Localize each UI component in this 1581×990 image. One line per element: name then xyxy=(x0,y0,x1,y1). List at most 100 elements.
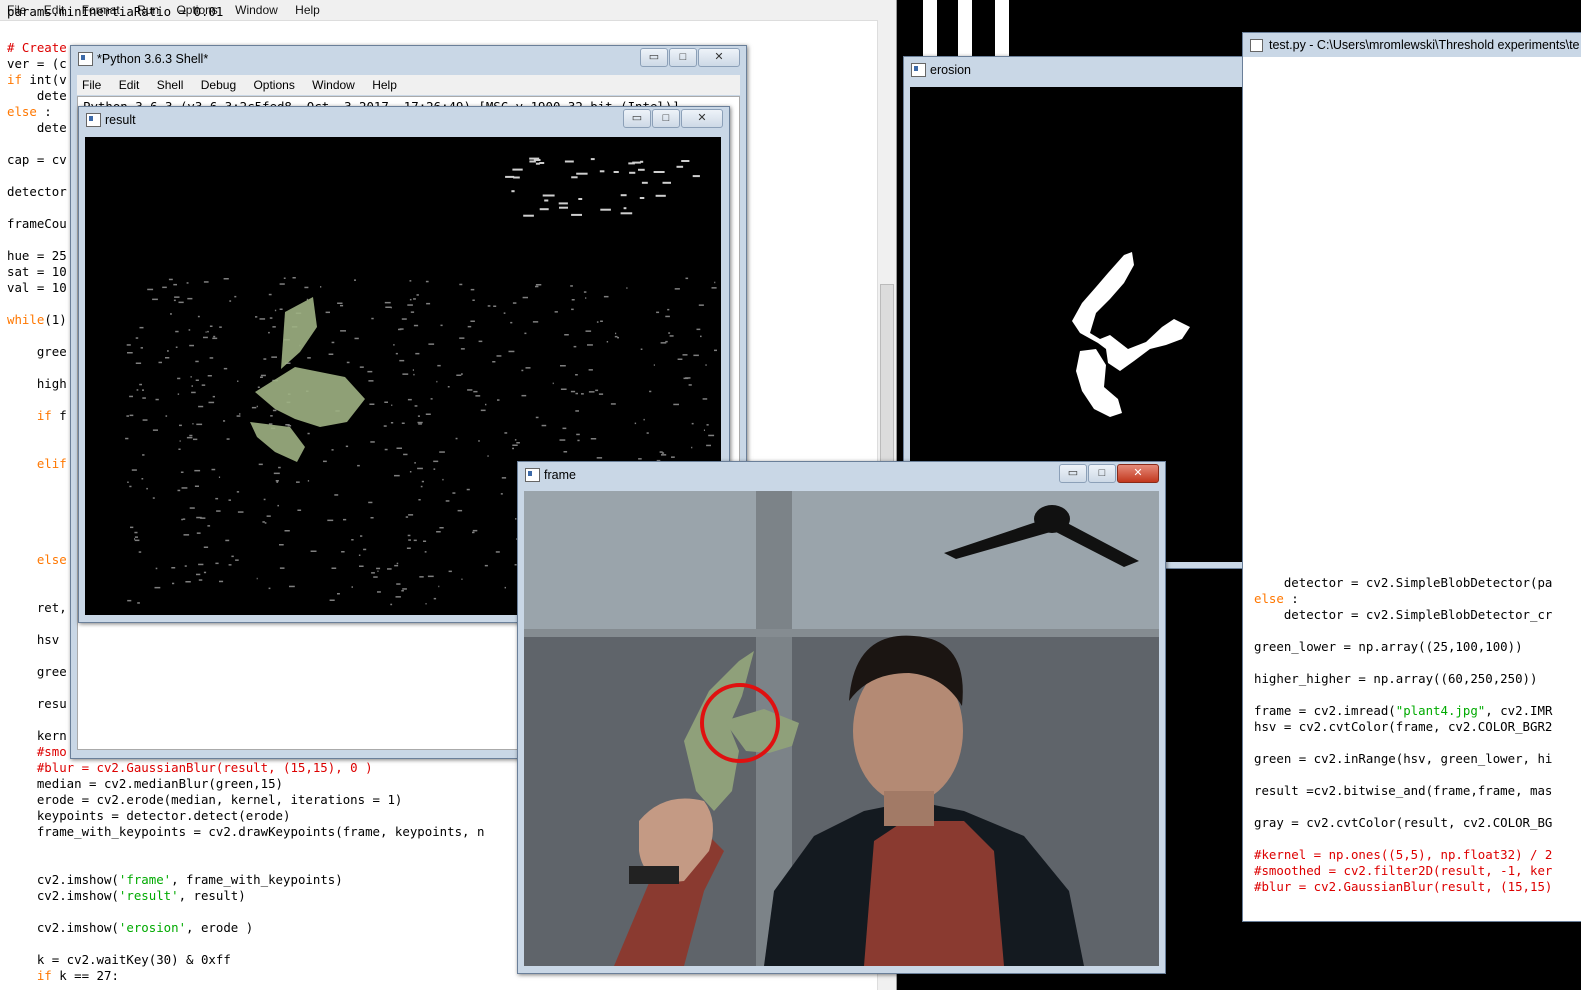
code-line: else : xyxy=(1254,591,1299,607)
code-line: resu xyxy=(7,696,67,712)
result-titlebar[interactable]: result ▭ □ ✕ xyxy=(79,107,729,133)
code-line: val = 10 xyxy=(7,280,67,296)
code-token: , frame_with_keypoints) xyxy=(171,872,343,887)
code-token: hsv xyxy=(7,632,67,647)
shell-menu-help[interactable]: Help xyxy=(365,75,404,92)
code-line: detector = cv2.SimpleBlobDetector(pa xyxy=(1254,575,1553,591)
code-token: higher_higher = np.array((60,250,250)) xyxy=(1254,671,1538,686)
minimize-button[interactable]: ▭ xyxy=(623,109,651,128)
code-token: result =cv2.bitwise_and(frame,frame, mas xyxy=(1254,783,1553,798)
code-token: , cv2.IMR xyxy=(1485,703,1553,718)
code-line: #blur = cv2.GaussianBlur(result, (15,15)… xyxy=(7,760,373,776)
code-token: val = 10 xyxy=(7,280,67,295)
maximize-button[interactable]: □ xyxy=(669,48,697,67)
code-line: k = cv2.waitKey(30) & 0xff xyxy=(7,952,231,968)
code-token: if xyxy=(7,72,22,87)
code-token: cap = cv xyxy=(7,152,67,167)
code-line: else xyxy=(7,552,67,568)
code-line: hue = 25 xyxy=(7,248,67,264)
code-line: gree xyxy=(7,344,67,360)
shell-titlebar[interactable]: *Python 3.6.3 Shell* ▭ □ ✕ xyxy=(71,46,746,72)
shell-menu-file[interactable]: File xyxy=(77,75,108,92)
shell-menu-debug[interactable]: Debug xyxy=(194,75,243,92)
window-icon xyxy=(86,113,101,127)
code-token: if xyxy=(36,408,52,423)
code-token: resu xyxy=(7,696,67,711)
code-line: high xyxy=(7,376,67,392)
code-token: gray = cv2.cvtColor(result, cv2.COLOR_BG xyxy=(1254,815,1553,830)
frame-titlebar[interactable]: frame ▭ □ ✕ xyxy=(518,462,1165,488)
code-token: keypoints = detector.detect(erode) xyxy=(7,808,291,823)
code-token: dete xyxy=(7,120,67,135)
code-line: higher_higher = np.array((60,250,250)) xyxy=(1254,671,1537,687)
code-token: gree xyxy=(7,344,67,359)
minimize-button[interactable]: ▭ xyxy=(640,48,668,67)
python-icon xyxy=(1250,39,1263,52)
code-token: frame = cv2.imread( xyxy=(1254,703,1396,718)
code-token: 'frame' xyxy=(118,872,172,887)
menu-window[interactable]: Window xyxy=(228,0,285,17)
code-line: frame = cv2.imread("plant4.jpg", cv2.IMR xyxy=(1254,703,1552,719)
code-token: gree xyxy=(7,664,67,679)
code-line: cv2.imshow('frame', frame_with_keypoints… xyxy=(7,872,343,888)
code-token: else xyxy=(7,104,37,119)
minimize-button[interactable]: ▭ xyxy=(1059,464,1087,483)
code-line: detector = cv2.SimpleBlobDetector_cr xyxy=(1254,607,1553,623)
code-token: k = cv2.waitKey(30) & 0xff xyxy=(7,952,231,967)
shell-menu-options[interactable]: Options xyxy=(246,75,301,92)
code-token: "plant4.jpg" xyxy=(1395,703,1486,718)
code-line: while(1) xyxy=(7,312,67,328)
code-line: if k == 27: xyxy=(7,968,119,984)
code-token: #smoothed = cv2.filter2D(result, -1, ker xyxy=(1254,863,1553,878)
code-line: cv2.imshow('result', result) xyxy=(7,888,246,904)
shell-menu-shell[interactable]: Shell xyxy=(150,75,191,92)
code-token: elif xyxy=(36,456,67,471)
code-token: high xyxy=(7,376,67,391)
test-py-titlebar[interactable]: test.py - C:\Users\mromlewski\Threshold … xyxy=(1243,33,1581,57)
code-token: green = cv2.inRange(hsv, green_lower, hi xyxy=(1254,751,1553,766)
code-token: if xyxy=(36,968,52,983)
close-button[interactable]: ✕ xyxy=(681,109,723,128)
code-token: , result) xyxy=(178,888,246,903)
menu-help[interactable]: Help xyxy=(288,0,327,17)
close-button[interactable]: ✕ xyxy=(1117,464,1159,483)
code-token: hue = 25 xyxy=(7,248,67,263)
code-token: kern xyxy=(7,728,67,743)
code-token: # Create xyxy=(7,40,67,55)
code-token: (1) xyxy=(44,312,67,327)
code-line: frame_with_keypoints = cv2.drawKeypoints… xyxy=(7,824,485,840)
code-token: frame_with_keypoints = cv2.drawKeypoints… xyxy=(7,824,485,839)
close-button[interactable]: ✕ xyxy=(698,48,740,67)
code-line: frameCou xyxy=(7,216,67,232)
maximize-button[interactable]: □ xyxy=(652,109,680,128)
code-token: frameCou xyxy=(7,216,67,231)
code-token: cv2.imshow( xyxy=(7,920,119,935)
code-line: sat = 10 xyxy=(7,264,67,280)
result-title: result xyxy=(105,113,136,127)
shell-menu-edit[interactable]: Edit xyxy=(112,75,147,92)
shell-menu-window[interactable]: Window xyxy=(305,75,362,92)
code-line: green = cv2.inRange(hsv, green_lower, hi xyxy=(1254,751,1552,767)
code-token: #kernel = np.ones((5,5), np.float32) / 2 xyxy=(1254,847,1553,862)
code-line: dete xyxy=(7,88,67,104)
code-line: params.minInertiaRatio = 0.01 xyxy=(7,4,223,20)
frame-window: frame ▭ □ ✕ xyxy=(517,461,1166,974)
code-line: elif xyxy=(7,456,67,472)
code-line: gray = cv2.cvtColor(result, cv2.COLOR_BG xyxy=(1254,815,1552,831)
code-line: cap = cv xyxy=(7,152,67,168)
code-token: int(v xyxy=(21,72,67,87)
code-line: detector xyxy=(7,184,67,200)
maximize-button[interactable]: □ xyxy=(1088,464,1116,483)
code-line: result =cv2.bitwise_and(frame,frame, mas xyxy=(1254,783,1552,799)
window-icon xyxy=(525,468,540,482)
code-line: ver = (c xyxy=(7,56,67,72)
code-token: while xyxy=(7,312,45,327)
code-token: else xyxy=(36,552,67,567)
code-line: median = cv2.medianBlur(green,15) xyxy=(7,776,283,792)
code-line: hsv = cv2.cvtColor(frame, cv2.COLOR_BGR2 xyxy=(1254,719,1552,735)
code-token: detector xyxy=(7,184,67,199)
code-line: erode = cv2.erode(median, kernel, iterat… xyxy=(7,792,403,808)
